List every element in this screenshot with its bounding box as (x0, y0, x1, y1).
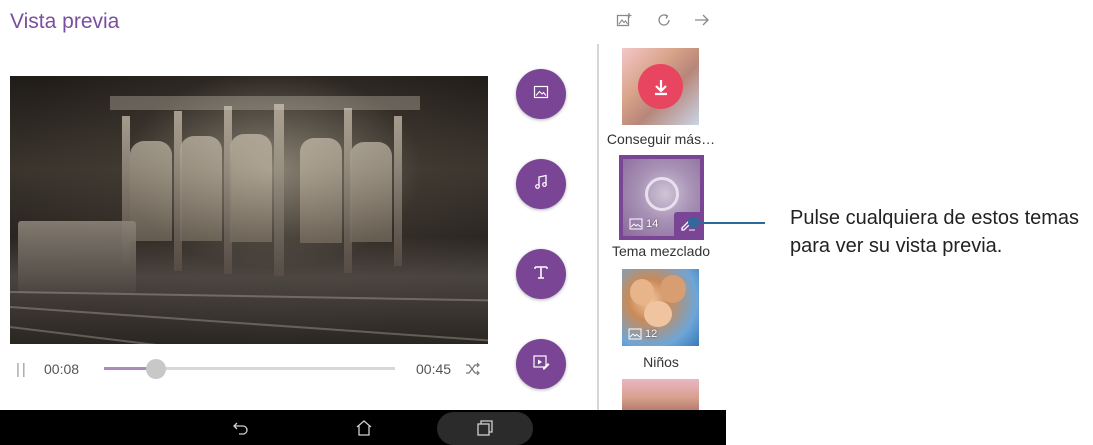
refresh-icon[interactable] (654, 10, 674, 30)
text-icon (532, 263, 550, 286)
photo-count-badge: 12 (628, 328, 657, 340)
total-time: 00:45 (416, 361, 452, 377)
theme-label: Conseguir más… (606, 131, 716, 147)
shuffle-icon[interactable] (464, 360, 482, 378)
current-time: 00:08 (44, 361, 80, 377)
theme-label: Tema mezclado (611, 243, 711, 259)
pause-icon[interactable]: || (16, 361, 28, 378)
arrow-right-icon[interactable] (692, 10, 712, 30)
callout-text: Pulse cualquiera de estos temas para ver… (790, 207, 1080, 257)
panel-divider (597, 44, 599, 410)
film-reel-icon (645, 177, 679, 211)
video-preview[interactable] (10, 76, 488, 344)
image-icon (532, 83, 550, 106)
callout-line (693, 222, 765, 224)
theme-kids[interactable]: 12 (622, 269, 699, 346)
home-icon[interactable] (354, 418, 374, 438)
tram-image (18, 221, 136, 293)
back-icon[interactable] (231, 418, 251, 438)
music-button[interactable] (516, 159, 566, 209)
seek-thumb[interactable] (146, 359, 167, 379)
edit-clip-button[interactable] (516, 339, 566, 389)
theme-get-more[interactable] (622, 48, 699, 125)
music-note-icon (532, 173, 550, 196)
add-photo-icon[interactable] (614, 10, 634, 30)
image-button[interactable] (516, 69, 566, 119)
theme-romance[interactable] (622, 379, 699, 410)
photo-count-badge: 14 (629, 218, 658, 230)
download-icon (638, 64, 683, 109)
theme-label: Niños (643, 354, 679, 370)
text-button[interactable] (516, 249, 566, 299)
edit-clip-icon (531, 352, 551, 377)
page-title: Vista previa (10, 10, 120, 33)
recent-apps-icon[interactable] (475, 418, 495, 438)
